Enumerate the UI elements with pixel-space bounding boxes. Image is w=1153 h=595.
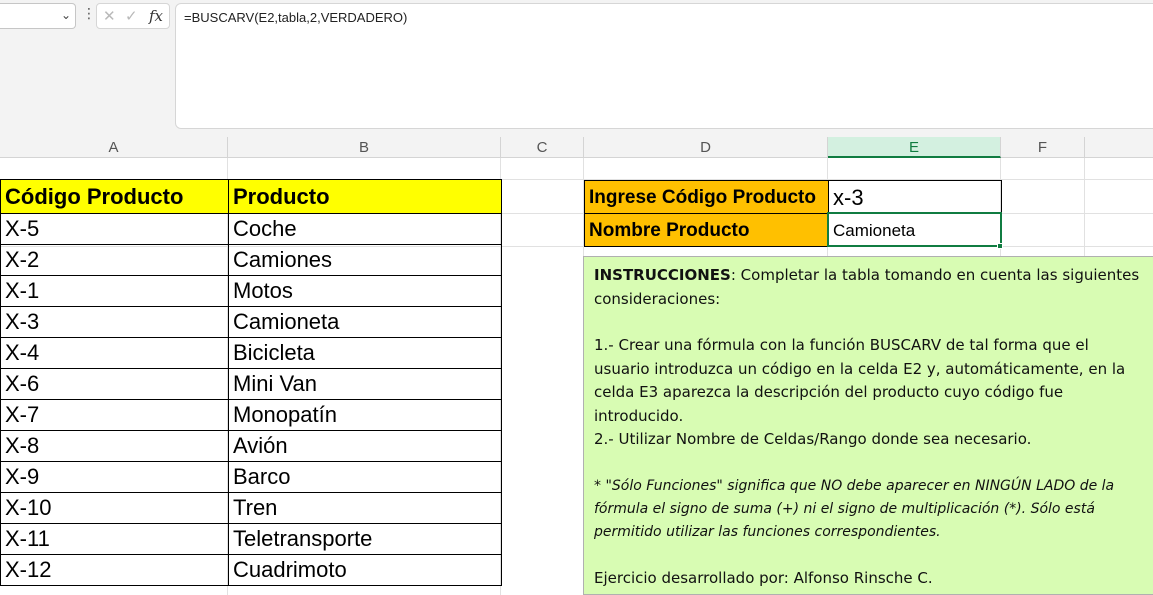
insert-function-icon[interactable]: fx: [149, 7, 163, 25]
header-codigo-producto[interactable]: Código Producto: [0, 179, 229, 214]
column-header-f[interactable]: F: [1001, 137, 1085, 158]
table-row-product[interactable]: Teletransporte: [228, 523, 502, 555]
more-options-icon[interactable]: ⋮: [82, 6, 96, 22]
header-producto[interactable]: Producto: [228, 179, 502, 214]
table-row-product[interactable]: Camiones: [228, 244, 502, 276]
lookup-code-input[interactable]: x-3: [828, 180, 1002, 214]
table-row-code[interactable]: X-11: [0, 523, 229, 555]
instructions-step-2: 2.- Utilizar Nombre de Celdas/Rango dond…: [594, 430, 1032, 448]
chevron-down-icon[interactable]: ⌄: [61, 8, 71, 22]
instructions-author: Ejercicio desarrollado por: Alfonso Rins…: [594, 568, 933, 587]
table-row-product[interactable]: Camioneta: [228, 306, 502, 338]
column-header-b[interactable]: B: [228, 137, 501, 158]
table-row-product[interactable]: Monopatín: [228, 399, 502, 431]
table-row-product[interactable]: Mini Van: [228, 368, 502, 400]
table-row-code[interactable]: X-4: [0, 337, 229, 369]
table-row-code[interactable]: X-3: [0, 306, 229, 338]
fill-handle[interactable]: [997, 243, 1003, 249]
lookup-input-label[interactable]: Ingrese Código Producto: [584, 180, 829, 214]
column-header-row: A B C D E F: [0, 137, 1153, 158]
instructions-step-1: 1.- Crear una fórmula con la función BUS…: [594, 336, 1126, 425]
table-row-product[interactable]: Motos: [228, 275, 502, 307]
instructions-title: INSTRUCCIONES: [594, 266, 731, 284]
check-icon[interactable]: ✓: [125, 7, 138, 25]
column-header-c[interactable]: C: [501, 137, 584, 158]
table-row-code[interactable]: X-12: [0, 554, 229, 586]
formula-bar-area: ⌄ ⋮ ✕ ✓ fx =BUSCARV(E2,tabla,2,VERDADERO…: [0, 0, 1153, 137]
active-cell-selection: [827, 212, 1002, 247]
column-header-d[interactable]: D: [584, 137, 828, 158]
instructions-note: * "Sólo Funciones" significa que NO debe…: [594, 477, 1115, 540]
table-row-product[interactable]: Barco: [228, 461, 502, 493]
formula-buttons: ✕ ✓ fx: [96, 3, 170, 29]
table-row-product[interactable]: Cuadrimoto: [228, 554, 502, 586]
table-row-code[interactable]: X-7: [0, 399, 229, 431]
table-row-code[interactable]: X-1: [0, 275, 229, 307]
table-row-code[interactable]: X-9: [0, 461, 229, 493]
formula-input[interactable]: =BUSCARV(E2,tabla,2,VERDADERO): [175, 3, 1153, 129]
instructions-textbox[interactable]: INSTRUCCIONES: Completar la tabla tomand…: [583, 256, 1153, 595]
table-row-product[interactable]: Bicicleta: [228, 337, 502, 369]
table-row-product[interactable]: Avión: [228, 430, 502, 462]
name-box[interactable]: ⌄: [0, 3, 76, 29]
table-row-code[interactable]: X-6: [0, 368, 229, 400]
table-row-code[interactable]: X-8: [0, 430, 229, 462]
table-row-code[interactable]: X-10: [0, 492, 229, 524]
table-row-code[interactable]: X-2: [0, 244, 229, 276]
lookup-result-label[interactable]: Nombre Producto: [584, 213, 829, 247]
column-header-a[interactable]: A: [0, 137, 228, 158]
column-header-e[interactable]: E: [828, 137, 1001, 158]
table-row-product[interactable]: Coche: [228, 213, 502, 245]
table-row-code[interactable]: X-5: [0, 213, 229, 245]
table-row-product[interactable]: Tren: [228, 492, 502, 524]
cancel-icon[interactable]: ✕: [103, 7, 116, 25]
